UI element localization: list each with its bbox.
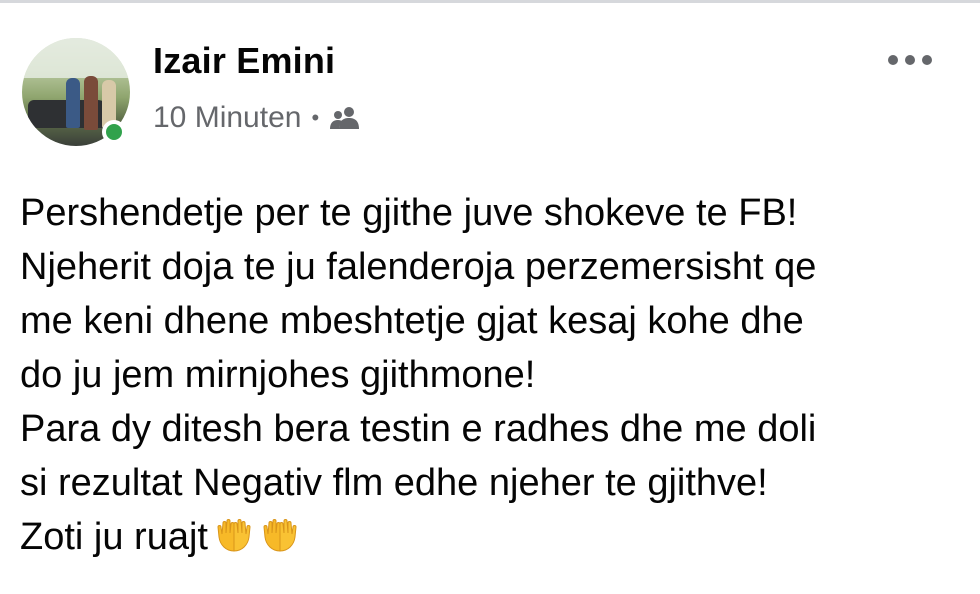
author-name[interactable]: Izair Emini: [153, 40, 335, 82]
folded-hands-emoji: [214, 515, 254, 555]
post-text-last-line: Zoti ju ruajt: [20, 510, 970, 564]
post-meta: 10 Minuten •: [153, 101, 363, 135]
avatar[interactable]: [22, 38, 130, 146]
post-text-line: si rezultat Negativ flm edhe njeher te g…: [20, 462, 768, 504]
folded-hands-emoji: [260, 515, 300, 555]
meta-separator: •: [311, 105, 320, 130]
post-timestamp[interactable]: 10 Minuten: [153, 101, 301, 135]
more-options-button[interactable]: [880, 42, 940, 82]
online-status-dot: [102, 120, 126, 144]
post-header: Izair Emini 10 Minuten •: [0, 0, 980, 170]
friends-icon: [329, 105, 363, 131]
post-text-line: Zoti ju ruajt: [20, 516, 208, 558]
post-text: Pershendetje per te gjithe juve shokeve …: [20, 186, 970, 564]
more-horizontal-icon: [887, 53, 933, 71]
post-text-line: Njeherit doja te ju falenderoja perzemer…: [20, 246, 817, 288]
post-text-line: me keni dhene mbeshtetje gjat kesaj kohe…: [20, 300, 804, 342]
post-text-line: do ju jem mirnjohes gjithmone!: [20, 354, 536, 396]
post-text-line: Para dy ditesh bera testin e radhes dhe …: [20, 408, 817, 450]
post-text-line: Pershendetje per te gjithe juve shokeve …: [20, 192, 798, 234]
